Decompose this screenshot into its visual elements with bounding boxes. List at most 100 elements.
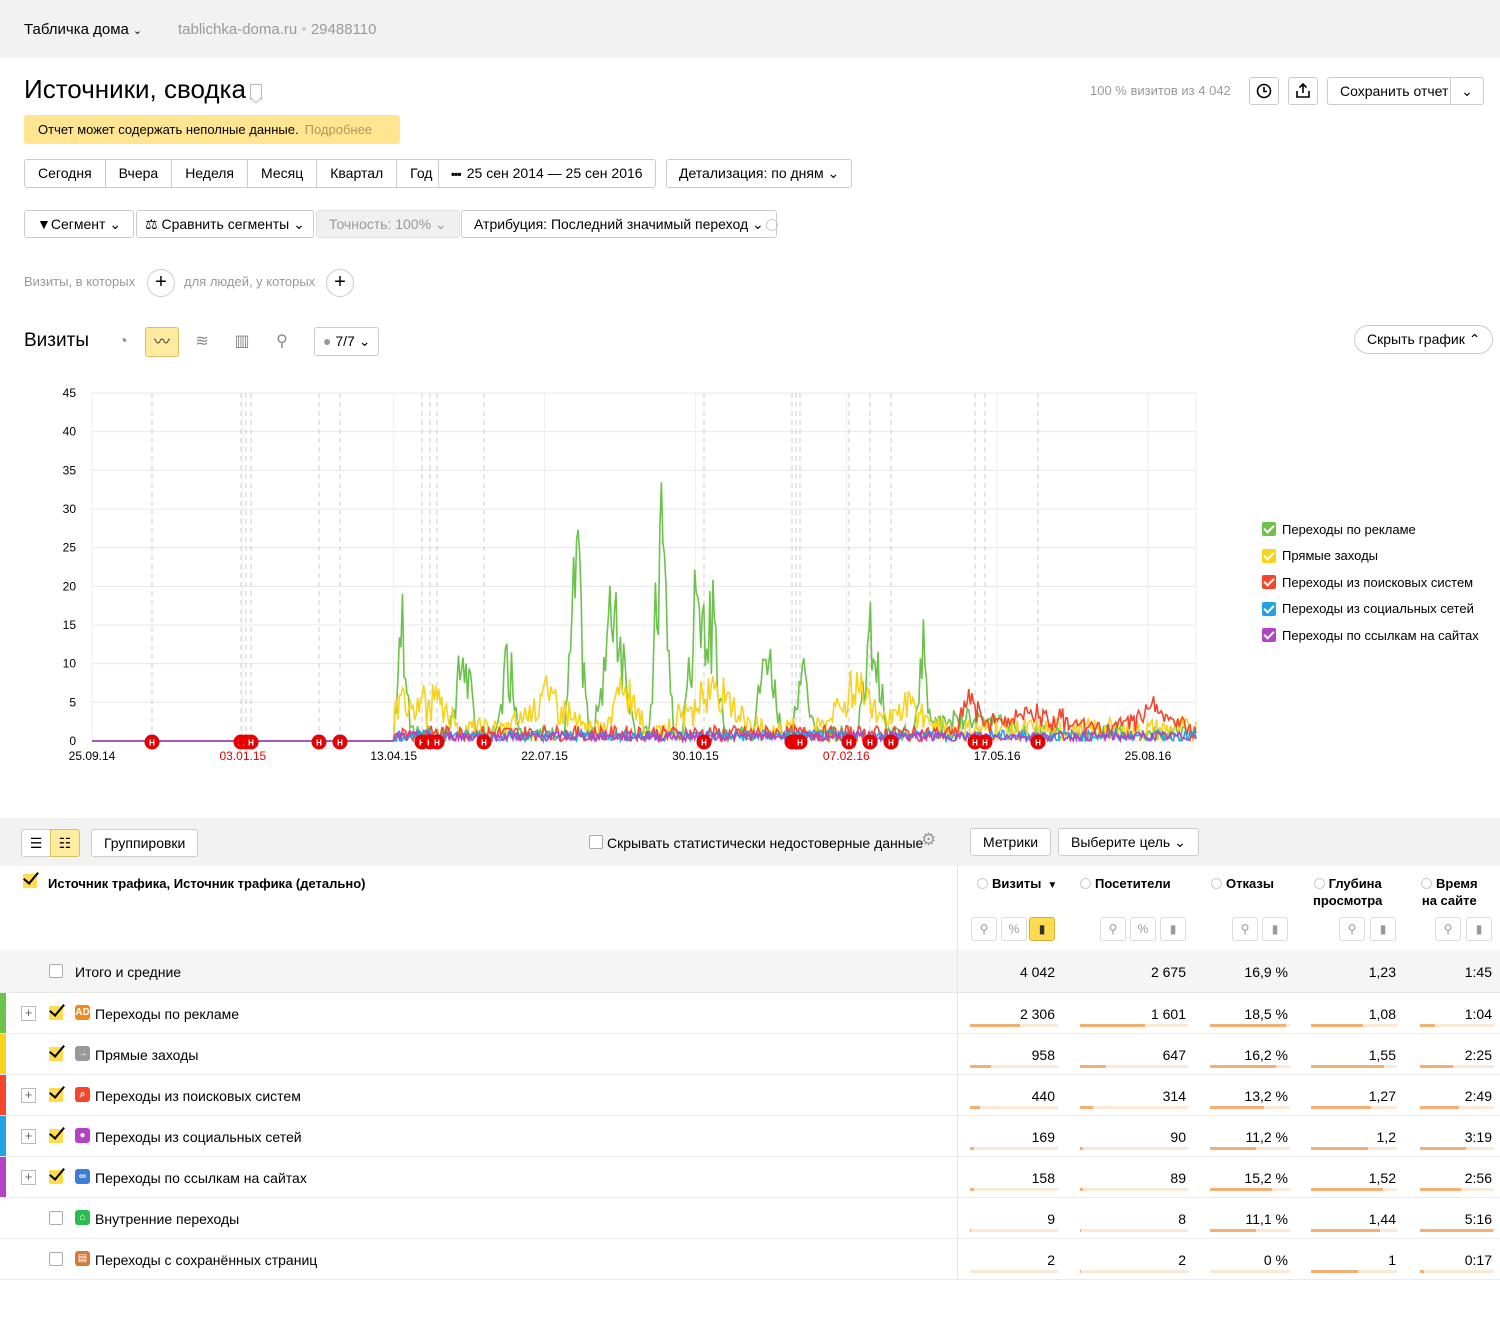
filter-button[interactable]: ⚲	[1435, 917, 1461, 941]
hide-chart-button[interactable]: Скрыть график ⌃	[1354, 325, 1494, 354]
area-chart-button[interactable]: ≋	[185, 327, 219, 357]
row-checkbox[interactable]	[49, 1252, 63, 1266]
row-checkbox[interactable]	[49, 1006, 63, 1020]
add-people-condition-button[interactable]: +	[326, 269, 354, 297]
compare-segments-button[interactable]: ⚖ Сравнить сегменты ⌄	[136, 210, 314, 238]
value-bar-fill	[1420, 1188, 1461, 1191]
table-row[interactable]: + AD Переходы по рекламе 2 306 1 601 18,5 % 1,…	[0, 993, 1500, 1034]
legend-item[interactable]: Переходы из поисковых систем	[1262, 569, 1479, 596]
value-bar-fill	[1210, 1147, 1256, 1150]
table-row[interactable]: → Прямые заходы 958 647 16,2 % 1,55 2:25	[0, 1034, 1500, 1075]
bar-chart-button[interactable]: ▥	[225, 327, 259, 357]
clock-icon	[1256, 83, 1272, 99]
segment-button[interactable]: ▼Сегмент ⌄	[24, 210, 135, 238]
tree-view-button[interactable]: ☷	[50, 829, 80, 857]
legend-item[interactable]: Переходы по рекламе	[1262, 516, 1479, 543]
line-chart-button[interactable]: 〰	[145, 327, 179, 357]
select-all-checkbox[interactable]	[23, 874, 37, 888]
detail-dropdown[interactable]: Детализация: по дням ⌄	[666, 159, 853, 188]
save-report-button[interactable]: Сохранить отчет	[1327, 77, 1451, 105]
table-row[interactable]: + ⌕ Переходы из поисковых систем 440 314 13,2…	[0, 1075, 1500, 1116]
dimension-header[interactable]: Источник трафика, Источник трафика (дета…	[48, 876, 366, 891]
pie-chart-button[interactable]: ◔	[106, 327, 140, 357]
total-checkbox[interactable]	[49, 964, 63, 978]
table-row[interactable]: ▤ Переходы с сохранённых страниц 2 2 0 % 1 0:1…	[0, 1239, 1500, 1280]
row-checkbox[interactable]	[49, 1088, 63, 1102]
row-checkbox[interactable]	[49, 1170, 63, 1184]
series-color-stripe	[0, 1116, 6, 1156]
column-header[interactable]: Посетители	[1080, 875, 1171, 892]
period-quarter[interactable]: Квартал	[317, 160, 398, 187]
expand-row-button[interactable]: +	[21, 1006, 36, 1021]
date-range-button[interactable]: ▪▪▪ 25 сен 2014 — 25 сен 2016	[438, 159, 656, 188]
save-options-button[interactable]: ⌄	[1450, 77, 1484, 105]
bar-button[interactable]: ▮	[1466, 917, 1492, 941]
expand-row-button[interactable]: +	[21, 1129, 36, 1144]
table-row[interactable]: + ∞ Переходы по ссылкам на сайтах 158 89 15,2…	[0, 1157, 1500, 1198]
column-header[interactable]: Глубина просмотра	[1313, 875, 1382, 909]
row-checkbox[interactable]	[49, 1129, 63, 1143]
period-today[interactable]: Сегодня	[25, 160, 106, 187]
bounce-cell: 11,2 %	[1245, 1129, 1288, 1145]
export-button[interactable]	[1288, 77, 1318, 105]
help-icon[interactable]	[1313, 878, 1325, 889]
table-row[interactable]: + ● Переходы из социальных сетей 169 90 11,2 …	[0, 1116, 1500, 1157]
help-icon[interactable]	[977, 878, 988, 889]
accuracy-dropdown[interactable]: Точность: 100% ⌄	[316, 210, 460, 238]
bar-button[interactable]: ▮	[1029, 917, 1055, 941]
warning-more-link[interactable]: Подробнее	[305, 122, 372, 137]
row-checkbox[interactable]	[49, 1047, 63, 1061]
column-header[interactable]: Визиты ▼	[977, 875, 1057, 894]
filter-button[interactable]: ⚲	[1232, 917, 1258, 941]
period-week[interactable]: Неделя	[172, 160, 249, 187]
bookmark-icon[interactable]	[250, 84, 262, 100]
filter-button[interactable]: ⚲	[971, 917, 997, 941]
bar-button[interactable]: ▮	[1160, 917, 1186, 941]
help-icon[interactable]	[1421, 878, 1432, 889]
attribution-dropdown[interactable]: Атрибуция: Последний значимый переход ⌄	[461, 210, 777, 238]
add-visit-condition-button[interactable]: +	[147, 269, 175, 297]
filter-button[interactable]: ⚲	[1100, 917, 1126, 941]
percent-button[interactable]: %	[1130, 917, 1156, 941]
help-icon[interactable]	[766, 219, 778, 231]
legend-label: Переходы по рекламе	[1282, 521, 1416, 537]
legend-item[interactable]: Переходы по ссылкам на сайтах	[1262, 622, 1479, 649]
column-header[interactable]: Отказы	[1211, 875, 1274, 892]
metrics-button[interactable]: Метрики	[970, 828, 1052, 856]
site-selector[interactable]: Табличка дома ⌄	[24, 21, 142, 38]
bar-button[interactable]: ▮	[1262, 917, 1288, 941]
map-chart-button[interactable]: ⚲	[265, 327, 299, 357]
visits-cell: 2	[1047, 1252, 1055, 1268]
expand-row-button[interactable]: +	[21, 1170, 36, 1185]
table-row[interactable]: ⌂ Внутренние переходы 9 8 11,1 % 1,44 5:16	[0, 1198, 1500, 1239]
history-button[interactable]	[1249, 77, 1279, 105]
x-tick-label: 03.01.15	[219, 749, 266, 763]
flat-view-button[interactable]: ☰	[21, 829, 51, 857]
value-bar-track	[1210, 1270, 1290, 1273]
column-header[interactable]: Время на сайте	[1421, 875, 1478, 909]
filter-button[interactable]: ⚲	[1339, 917, 1365, 941]
period-month[interactable]: Месяц	[248, 160, 318, 187]
gear-icon[interactable]: ⚙	[921, 830, 936, 850]
percent-button[interactable]: %	[1001, 917, 1027, 941]
expand-row-button[interactable]: +	[21, 1088, 36, 1103]
sort-desc-icon[interactable]: ▼	[1047, 880, 1057, 891]
time-cell: 5:16	[1464, 1211, 1492, 1227]
help-icon[interactable]	[1080, 878, 1091, 889]
bar-button[interactable]: ▮	[1370, 917, 1396, 941]
row-checkbox[interactable]	[49, 1211, 63, 1225]
legend-item[interactable]: Прямые заходы	[1262, 543, 1479, 570]
legend-label: Переходы по ссылкам на сайтах	[1282, 627, 1479, 643]
goal-dropdown[interactable]: Выберите цель ⌄	[1058, 828, 1199, 856]
period-yesterday[interactable]: Вчера	[106, 160, 173, 187]
filter-icon: ⚲	[1347, 922, 1357, 936]
groupings-button[interactable]: Группировки	[91, 829, 199, 857]
source-icon: ∞	[75, 1169, 90, 1184]
help-icon[interactable]	[1211, 878, 1222, 889]
y-tick-label: 15	[63, 618, 77, 632]
legend-item[interactable]: Переходы из социальных сетей	[1262, 596, 1479, 623]
filter-icon: ⚲	[1443, 922, 1453, 936]
series-selector[interactable]: ● 7/7 ⌄	[314, 327, 380, 356]
value-bar-fill	[1420, 1065, 1453, 1068]
hide-unreliable-checkbox[interactable]	[589, 835, 603, 849]
